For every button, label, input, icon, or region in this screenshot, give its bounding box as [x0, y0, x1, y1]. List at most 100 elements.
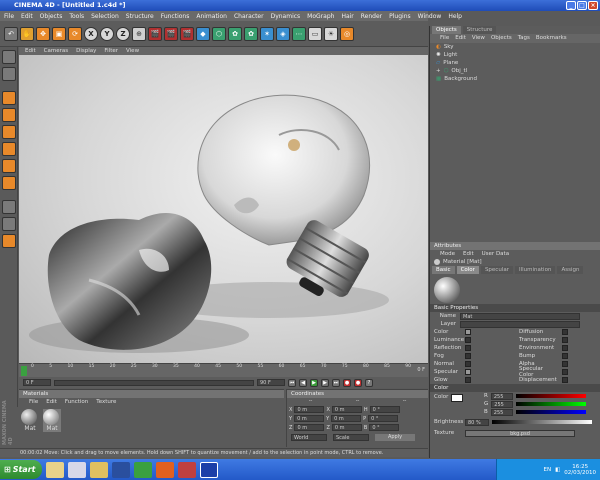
- snap-icon[interactable]: [2, 200, 16, 214]
- sculpt-icon[interactable]: [2, 234, 16, 248]
- goto-start-icon[interactable]: ⏮: [288, 378, 296, 387]
- texture-mode-icon[interactable]: [2, 142, 16, 156]
- language-indicator[interactable]: EN: [544, 467, 552, 473]
- obj-menu-objects[interactable]: Objects: [491, 34, 512, 43]
- app-icon[interactable]: [134, 461, 152, 478]
- menu-selection[interactable]: Selection: [91, 13, 119, 20]
- attr-menu-user-data[interactable]: User Data: [482, 250, 509, 258]
- tweak-mode-icon[interactable]: [2, 176, 16, 190]
- channel-checkbox[interactable]: [465, 369, 471, 375]
- color-swatch[interactable]: [451, 394, 464, 402]
- axis-mode-icon[interactable]: [2, 159, 16, 173]
- start-button[interactable]: ⊞ Start: [0, 460, 42, 479]
- green-input[interactable]: 255: [491, 400, 514, 408]
- images-icon[interactable]: [68, 461, 86, 478]
- object-row[interactable]: ✺ Light: [430, 51, 600, 59]
- rotate-icon[interactable]: ⟳: [68, 26, 82, 41]
- autokey-icon[interactable]: ●: [354, 378, 362, 387]
- keyframe-icon[interactable]: ?: [365, 378, 373, 387]
- tab-objects[interactable]: Objects: [432, 26, 461, 34]
- mat-menu-texture[interactable]: Texture: [96, 398, 116, 406]
- channel-checkbox[interactable]: [465, 337, 471, 343]
- next-frame-icon[interactable]: ▶: [321, 378, 329, 387]
- array-icon[interactable]: ✿: [228, 26, 242, 41]
- edges-mode-icon[interactable]: [2, 108, 16, 122]
- firefox-icon[interactable]: [156, 461, 174, 478]
- tab-basic[interactable]: Basic: [432, 266, 455, 274]
- layout-icon[interactable]: ◎: [340, 26, 354, 41]
- vp-menu-view[interactable]: View: [126, 48, 139, 54]
- boole-icon[interactable]: ✿: [244, 26, 258, 41]
- obj-menu-tags[interactable]: Tags: [518, 34, 530, 43]
- preview-range-slider[interactable]: [54, 379, 254, 386]
- size-y-field[interactable]: 0 m: [331, 415, 362, 422]
- channel-checkbox[interactable]: [562, 361, 568, 367]
- undo-icon[interactable]: ↶: [4, 26, 18, 41]
- z-axis-button[interactable]: Z: [116, 26, 130, 41]
- menu-window[interactable]: Window: [418, 13, 442, 20]
- position-y-field[interactable]: 0 m: [294, 415, 325, 422]
- tab-structure[interactable]: Structure: [462, 26, 497, 34]
- channel-checkbox[interactable]: [465, 353, 471, 359]
- channel-checkbox[interactable]: [465, 345, 471, 351]
- tab-assign[interactable]: Assign: [557, 266, 584, 274]
- scene-icon[interactable]: ◈: [276, 26, 290, 41]
- polygons-mode-icon[interactable]: [2, 125, 16, 139]
- render-picture-viewer-icon[interactable]: 🎬: [164, 26, 178, 41]
- rotation-p-field[interactable]: 0 °: [368, 415, 399, 422]
- live-select-icon[interactable]: ✋: [20, 26, 34, 41]
- menu-structure[interactable]: Structure: [126, 13, 154, 20]
- obj-menu-edit[interactable]: Edit: [455, 34, 466, 43]
- brightness-slider[interactable]: [492, 420, 592, 424]
- clock[interactable]: 16:25 02/03/2010: [564, 464, 596, 476]
- play-icon[interactable]: ▶: [310, 378, 318, 387]
- blue-input[interactable]: 255: [490, 408, 513, 416]
- deformer-icon[interactable]: ✶: [260, 26, 274, 41]
- tab-specular[interactable]: Specular: [480, 266, 513, 274]
- rotation-b-field[interactable]: 0 °: [369, 424, 400, 431]
- prev-frame-icon[interactable]: ◀: [299, 378, 307, 387]
- y-axis-button[interactable]: Y: [100, 26, 114, 41]
- size-z-field[interactable]: 0 m: [331, 424, 362, 431]
- tab-color[interactable]: Color: [456, 266, 479, 274]
- menu-file[interactable]: File: [4, 13, 14, 20]
- media-icon[interactable]: [90, 461, 108, 478]
- minimize-button[interactable]: _: [566, 1, 576, 10]
- apply-button[interactable]: Apply: [375, 434, 415, 441]
- goto-end-icon[interactable]: ⏭: [332, 378, 340, 387]
- size-x-field[interactable]: 0 m: [331, 406, 362, 413]
- mat-menu-file[interactable]: File: [29, 398, 38, 406]
- position-z-field[interactable]: 0 m: [294, 424, 325, 431]
- attr-menu-mode[interactable]: Mode: [440, 250, 455, 258]
- channel-checkbox[interactable]: [465, 329, 471, 335]
- explorer-icon[interactable]: [46, 461, 64, 478]
- nurbs-icon[interactable]: ⬡: [212, 26, 226, 41]
- size-mode-select[interactable]: Scale: [333, 434, 369, 441]
- maximize-button[interactable]: □: [577, 1, 587, 10]
- timeline[interactable]: 0 5 10 15 20 25 30 35 40 45 50 55 60 65 …: [19, 363, 428, 377]
- channel-checkbox[interactable]: [562, 337, 568, 343]
- start-frame-field[interactable]: 0 F: [23, 379, 51, 386]
- photoshop-icon[interactable]: [112, 461, 130, 478]
- obj-menu-view[interactable]: View: [472, 34, 485, 43]
- menu-objects[interactable]: Objects: [40, 13, 63, 20]
- coordinate-mode-select[interactable]: World: [291, 434, 327, 441]
- use-model-icon[interactable]: [2, 50, 16, 64]
- vp-menu-display[interactable]: Display: [76, 48, 96, 54]
- material-swatch-selected[interactable]: Mat: [43, 409, 61, 432]
- camera-icon[interactable]: ▭: [308, 26, 322, 41]
- x-axis-button[interactable]: X: [84, 26, 98, 41]
- material-name-input[interactable]: Mat: [460, 312, 580, 320]
- render-view-icon[interactable]: 🎬: [148, 26, 162, 41]
- end-frame-field[interactable]: 90 F: [257, 379, 285, 386]
- menu-tools[interactable]: Tools: [69, 13, 84, 20]
- channel-checkbox[interactable]: [465, 377, 471, 383]
- obj-menu-bookmarks[interactable]: Bookmarks: [536, 34, 567, 43]
- red-slider[interactable]: [515, 394, 586, 398]
- vp-menu-filter[interactable]: Filter: [104, 48, 118, 54]
- attr-menu-edit[interactable]: Edit: [463, 250, 474, 258]
- object-row[interactable]: + ⬡ Obj_tl: [430, 67, 600, 75]
- mat-menu-edit[interactable]: Edit: [46, 398, 57, 406]
- channel-checkbox[interactable]: [562, 353, 568, 359]
- coordinate-system-icon[interactable]: ⊕: [132, 26, 146, 41]
